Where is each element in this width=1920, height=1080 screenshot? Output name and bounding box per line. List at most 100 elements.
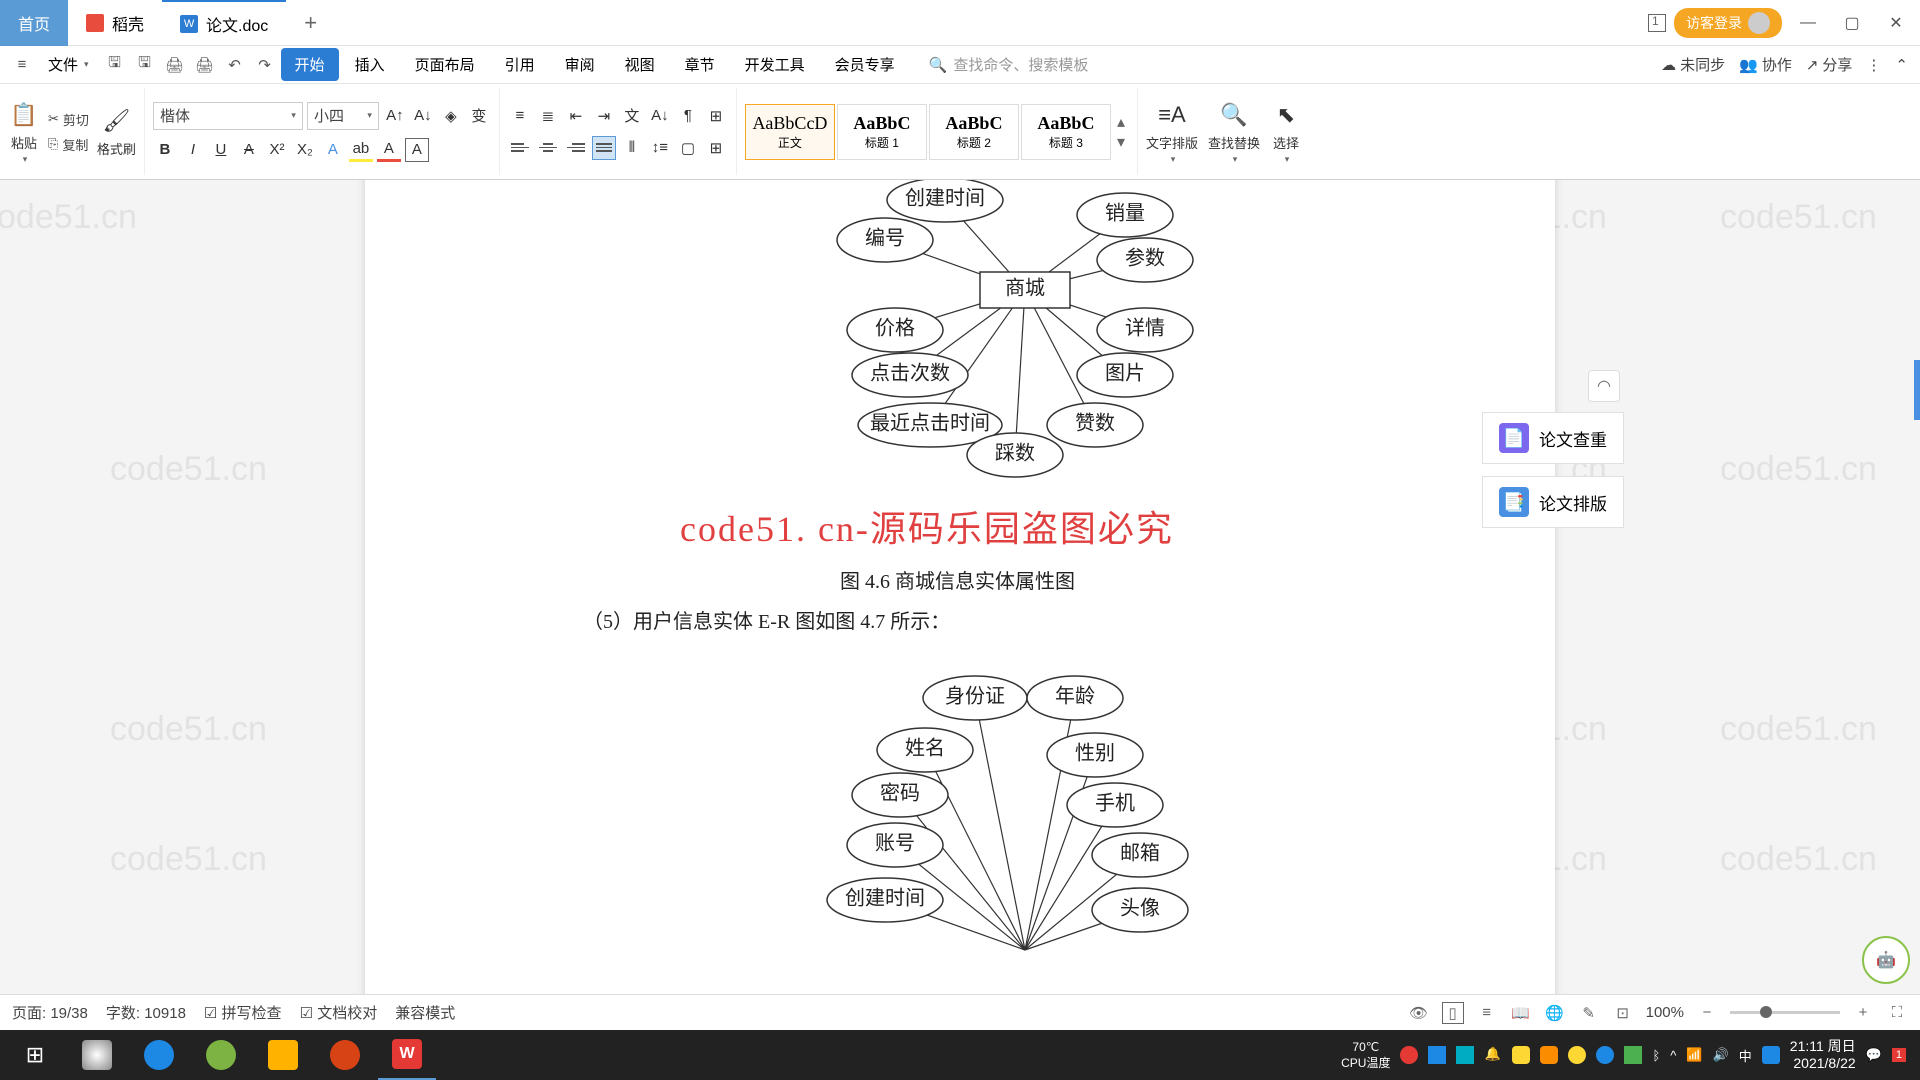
numbering-icon[interactable]: ≣ (536, 104, 560, 128)
ime-indicator[interactable]: 中 (1739, 1046, 1752, 1065)
document-canvas[interactable]: code51.cn code51.cn code51.cn code51.cn … (0, 180, 1920, 994)
maximize-button[interactable]: ▢ (1834, 5, 1870, 41)
align-left-button[interactable] (508, 136, 532, 160)
sync-status[interactable]: ☁ 未同步 (1661, 54, 1725, 75)
undo-icon[interactable]: ↶ (221, 51, 249, 79)
taskbar-explorer[interactable] (254, 1030, 312, 1080)
copy-button[interactable]: ⎘ 复制 (48, 135, 89, 154)
line-spacing-icon[interactable]: ↕≡ (648, 136, 672, 160)
taskbar-ie[interactable] (130, 1030, 188, 1080)
menu-tab-ref[interactable]: 引用 (491, 48, 549, 81)
taskbar-app-1[interactable] (68, 1030, 126, 1080)
grow-font-icon[interactable]: A↑ (383, 104, 407, 128)
style-h1[interactable]: AaBbC标题 1 (837, 104, 927, 160)
paper-check-button[interactable]: 📄论文查重 (1482, 412, 1624, 464)
asian-layout-icon[interactable]: 文 (620, 104, 644, 128)
right-scrollbar[interactable] (1902, 360, 1920, 420)
zoom-slider[interactable] (1730, 1011, 1840, 1014)
tray-icon-9[interactable] (1762, 1046, 1780, 1064)
window-count-icon[interactable] (1648, 14, 1666, 32)
text-effect-icon[interactable]: A (321, 138, 345, 162)
phonetic-icon[interactable]: 变 (467, 104, 491, 128)
style-h3[interactable]: AaBbC标题 3 (1021, 104, 1111, 160)
tab-new[interactable]: + (286, 0, 335, 46)
ink-icon[interactable]: ✎ (1578, 1002, 1600, 1024)
style-h2[interactable]: AaBbC标题 2 (929, 104, 1019, 160)
save-icon[interactable]: 🖫 (101, 51, 129, 79)
font-size-select[interactable]: 小四▾ (307, 102, 379, 130)
tray-expand-icon[interactable]: ^ (1670, 1048, 1676, 1063)
close-button[interactable]: ✕ (1878, 5, 1914, 41)
style-body[interactable]: AaBbCcD正文 (745, 104, 835, 160)
fullscreen-icon[interactable]: ⛶ (1886, 1002, 1908, 1024)
word-count[interactable]: 字数: 10918 (106, 1002, 186, 1023)
outline-view-icon[interactable]: ≡ (1476, 1002, 1498, 1024)
eye-icon[interactable]: 👁 (1408, 1002, 1430, 1024)
menu-tab-insert[interactable]: 插入 (341, 48, 399, 81)
underline-button[interactable]: U (209, 138, 233, 162)
file-menu[interactable]: 文件▾ (38, 50, 99, 79)
menu-hamburger-icon[interactable]: ≡ (8, 51, 36, 79)
paste-button[interactable]: 📋粘贴▾ (8, 99, 40, 165)
bluetooth-icon[interactable]: ᛒ (1652, 1048, 1660, 1063)
highlight-icon[interactable]: ab (349, 138, 373, 162)
bullets-icon[interactable]: ≡ (508, 104, 532, 128)
taskbar-app-2[interactable] (316, 1030, 374, 1080)
font-name-select[interactable]: 楷体▾ (153, 102, 303, 130)
read-view-icon[interactable]: 📖 (1510, 1002, 1532, 1024)
taskbar-wps[interactable]: W (378, 1030, 436, 1080)
strike-button[interactable]: A (237, 138, 261, 162)
web-view-icon[interactable]: 🌐 (1544, 1002, 1566, 1024)
align-right-button[interactable] (564, 136, 588, 160)
align-center-button[interactable] (536, 136, 560, 160)
clear-format-icon[interactable]: ◈ (439, 104, 463, 128)
tab-document[interactable]: W论文.doc (162, 0, 286, 46)
action-center-icon[interactable]: 💬 (1866, 1047, 1882, 1063)
menu-tab-chapter[interactable]: 章节 (671, 48, 729, 81)
zoom-level[interactable]: 100% (1646, 1004, 1684, 1021)
find-replace-button[interactable]: 🔍查找替换▾ (1208, 99, 1260, 165)
tray-icon-7[interactable] (1596, 1046, 1614, 1064)
cpu-temp[interactable]: 70℃CPU温度 (1341, 1040, 1390, 1071)
cut-button[interactable]: ✂ 剪切 (48, 110, 89, 129)
show-marks-icon[interactable]: ¶ (676, 104, 700, 128)
char-border-icon[interactable]: A (405, 138, 429, 162)
italic-button[interactable]: I (181, 138, 205, 162)
share-button[interactable]: ↗ 分享 (1806, 54, 1853, 75)
subscript-button[interactable]: X₂ (293, 138, 317, 162)
minimize-button[interactable]: — (1790, 5, 1826, 41)
collapse-panel-icon[interactable]: ◠ (1588, 370, 1620, 402)
tray-icon-3[interactable] (1456, 1046, 1474, 1064)
save-as-icon[interactable]: 🖫 (131, 51, 159, 79)
tabs-icon[interactable]: ⊞ (704, 104, 728, 128)
more-icon[interactable]: ⋮ (1866, 56, 1881, 74)
login-button[interactable]: 访客登录 (1674, 8, 1782, 38)
spell-check[interactable]: ☑ 拼写检查 (204, 1002, 282, 1023)
bold-button[interactable]: B (153, 138, 177, 162)
borders-icon[interactable]: ⊞ (704, 136, 728, 160)
shrink-font-icon[interactable]: A↓ (411, 104, 435, 128)
zoom-out-icon[interactable]: − (1696, 1002, 1718, 1024)
tab-daoke[interactable]: 稻壳 (68, 0, 162, 46)
command-search[interactable]: 🔍 查找命令、搜索模板 (929, 54, 1089, 75)
notification-badge[interactable]: 1 (1892, 1048, 1906, 1062)
tray-icon-4[interactable] (1512, 1046, 1530, 1064)
superscript-button[interactable]: X² (265, 138, 289, 162)
tray-icon-1[interactable] (1400, 1046, 1418, 1064)
menu-tab-vip[interactable]: 会员专享 (821, 48, 909, 81)
select-button[interactable]: ⬉选择▾ (1270, 99, 1302, 165)
menu-tab-layout[interactable]: 页面布局 (401, 48, 489, 81)
shading-icon[interactable]: ▢ (676, 136, 700, 160)
tray-icon-8[interactable] (1624, 1046, 1642, 1064)
tray-icon-6[interactable] (1568, 1046, 1586, 1064)
assistant-bubble-icon[interactable]: 🤖 (1862, 936, 1910, 984)
font-color-icon[interactable]: A (377, 138, 401, 162)
format-painter-button[interactable]: 🖌格式刷 (97, 105, 136, 158)
style-more-icon[interactable]: ▴▾ (1113, 104, 1129, 160)
collab-button[interactable]: 👥 协作 (1739, 54, 1792, 75)
fit-icon[interactable]: ⊡ (1612, 1002, 1634, 1024)
menu-tab-view[interactable]: 视图 (611, 48, 669, 81)
page-view-icon[interactable]: ▯ (1442, 1002, 1464, 1024)
start-button[interactable]: ⊞ (6, 1030, 64, 1080)
redo-icon[interactable]: ↷ (251, 51, 279, 79)
